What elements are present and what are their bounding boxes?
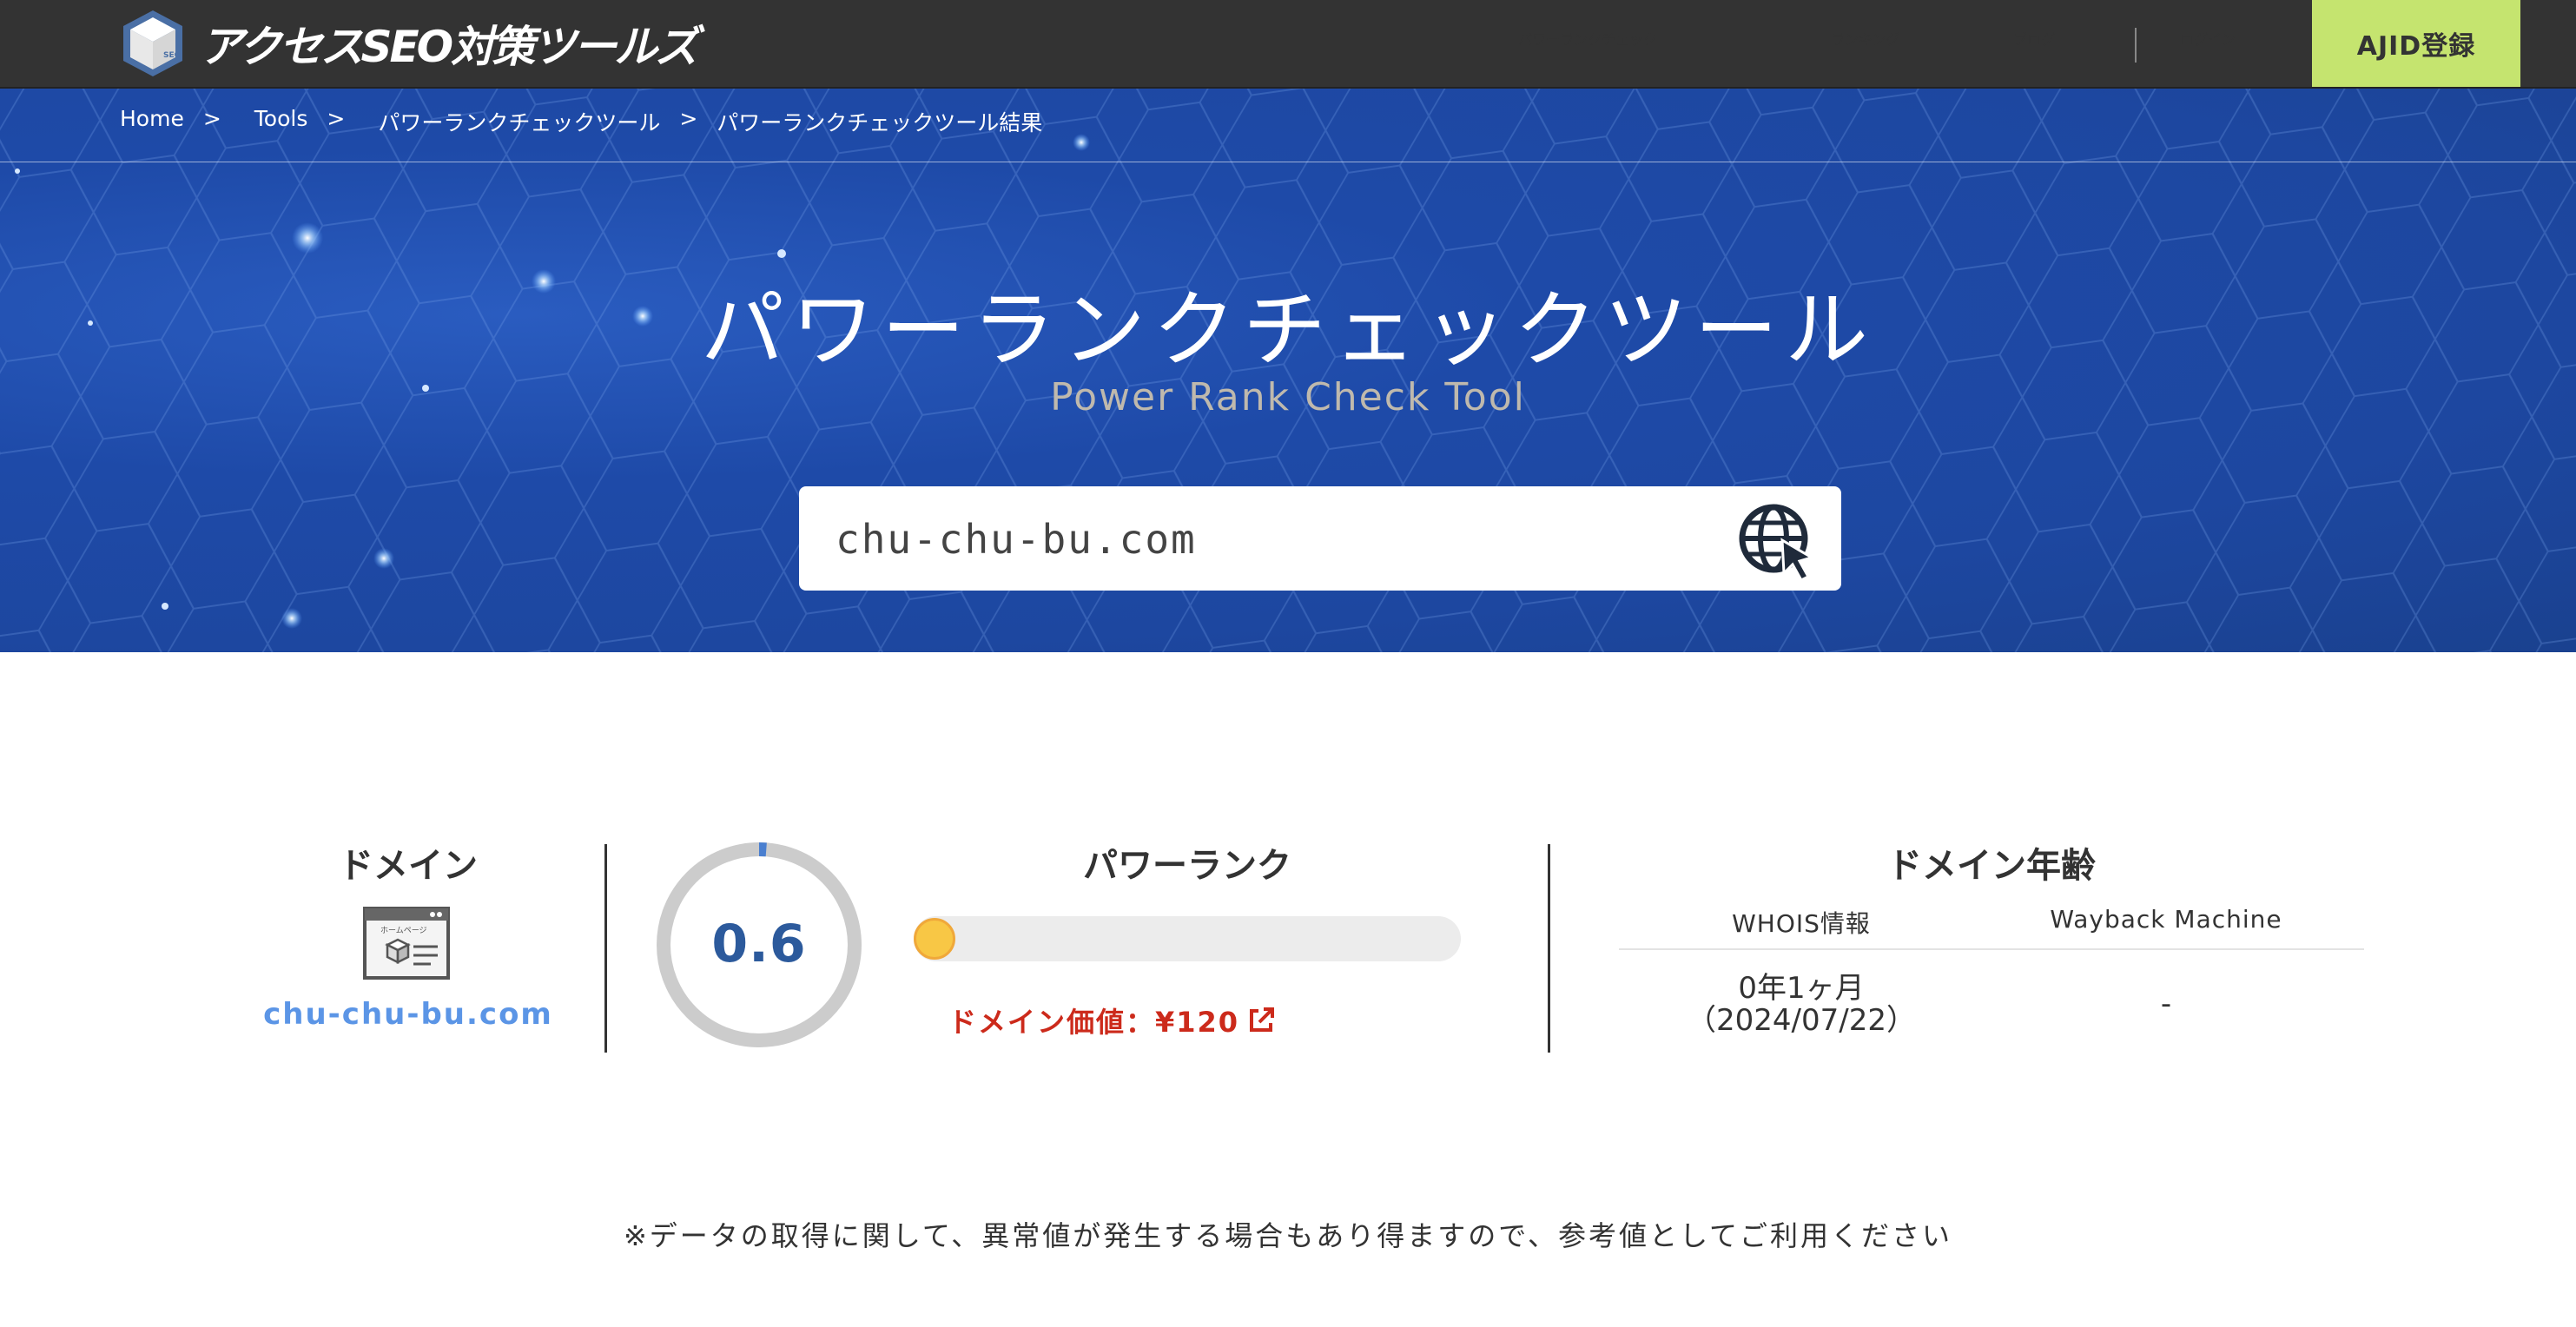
nav-divider bbox=[2135, 28, 2137, 63]
domain-search-input[interactable] bbox=[834, 486, 1688, 592]
wayback-value: - bbox=[2160, 987, 2172, 1021]
ajid-register-button[interactable]: AJID登録 bbox=[2312, 0, 2520, 87]
external-link-icon bbox=[1250, 1007, 1275, 1032]
column-divider bbox=[604, 844, 607, 1053]
breadcrumb: Home > Tools > パワーランクチェックツール > パワーランクチェッ… bbox=[120, 106, 1061, 137]
nav-item-power-rank-check[interactable]: パワーランクチェック bbox=[1518, 28, 1657, 49]
power-rank-bar-knob bbox=[914, 918, 955, 960]
breadcrumb-separator: > bbox=[327, 106, 346, 131]
cube-logo-icon: SEO bbox=[123, 10, 182, 76]
breadcrumb-current: パワーランクチェックツール結果 bbox=[717, 110, 1043, 135]
power-rank-bar bbox=[914, 916, 1461, 961]
page-title: パワーランクチェックツール bbox=[701, 281, 1875, 379]
breadcrumb-power-rank-tool[interactable]: パワーランクチェックツール bbox=[378, 106, 660, 137]
homepage-window-icon: ホームページ bbox=[363, 907, 450, 980]
breadcrumb-separator: > bbox=[202, 106, 221, 131]
homepage-label: ホームページ bbox=[380, 926, 427, 935]
whois-date: （2024/07/22） bbox=[1687, 1003, 1916, 1038]
column-divider bbox=[1548, 844, 1550, 1053]
domain-heading: ドメイン bbox=[339, 846, 478, 886]
power-rank-value: 0.6 bbox=[711, 914, 807, 974]
logo-text: アクセスSEO対策ツールズ bbox=[200, 22, 698, 72]
disclaimer-note: ※データの取得に関して、異常値が発生する場合もあり得ますので、参考値としてご利用… bbox=[623, 1219, 1952, 1252]
site-logo[interactable]: SEO アクセスSEO対策ツールズ bbox=[118, 7, 698, 80]
wayback-column-header: Wayback Machine bbox=[2050, 905, 2282, 934]
hero-banner: Home > Tools > パワーランクチェックツール > パワーランクチェッ… bbox=[0, 89, 2576, 652]
nav-item-blog[interactable]: ブログ bbox=[2013, 28, 2055, 49]
nav-item-ranking[interactable]: ランキング bbox=[1831, 28, 1900, 49]
domain-value-link[interactable]: ドメイン価値：¥120 bbox=[948, 1000, 1276, 1040]
nav-item-login[interactable]: ログイン bbox=[2180, 28, 2236, 49]
breadcrumb-tools[interactable]: Tools bbox=[254, 106, 308, 137]
page-subtitle: Power Rank Check Tool bbox=[1050, 375, 1526, 419]
globe-cursor-icon[interactable] bbox=[1737, 502, 1817, 582]
breadcrumb-separator: > bbox=[679, 106, 698, 131]
top-navigation-bar: SEO アクセスSEO対策ツールズ パワーランクチェック ランキング ブログ ロ… bbox=[0, 0, 2576, 89]
domain-name-link[interactable]: chu-chu-bu.com bbox=[226, 997, 591, 1032]
table-divider bbox=[1619, 948, 2364, 950]
whois-column-header: WHOIS情報 bbox=[1732, 909, 1871, 938]
whois-age: 0年1ヶ月 bbox=[1738, 971, 1865, 1006]
breadcrumb-home[interactable]: Home bbox=[120, 106, 184, 137]
domain-value-text: ドメイン価値：¥120 bbox=[948, 1006, 1240, 1039]
svg-text:SEO: SEO bbox=[163, 51, 182, 60]
power-rank-heading: パワーランク bbox=[1083, 846, 1291, 886]
domain-search-box bbox=[799, 486, 1841, 592]
domain-age-heading: ドメイン年齢 bbox=[1887, 846, 2096, 886]
